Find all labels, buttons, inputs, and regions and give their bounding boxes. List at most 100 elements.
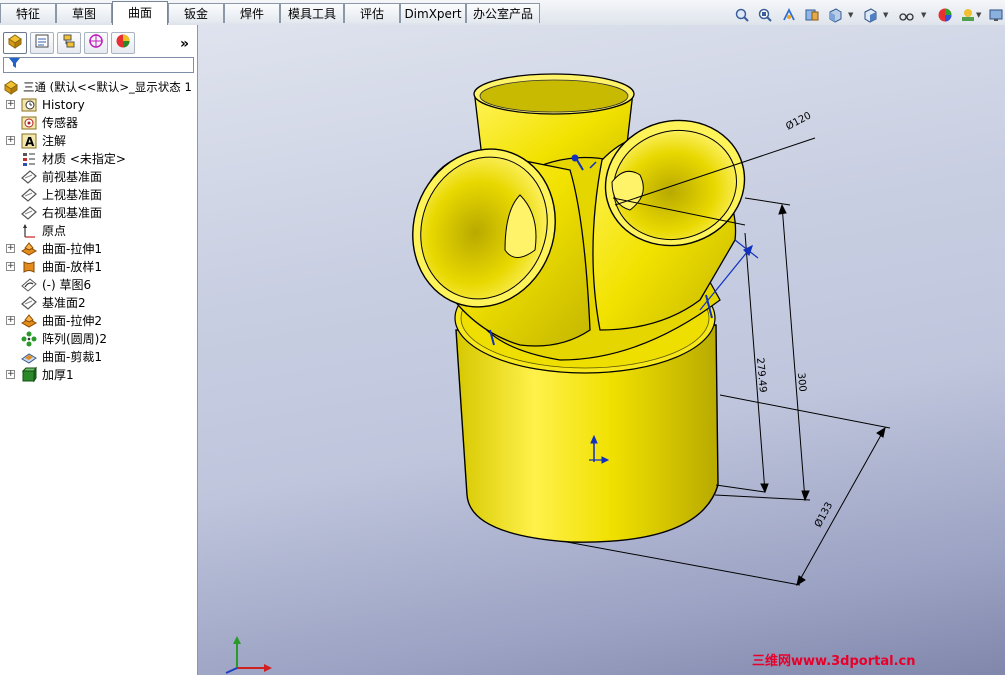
zoom-to-fit-icon[interactable] [733,7,751,25]
tree-item-label: (-) 草图6 [42,278,92,292]
hide-show-icon[interactable] [898,7,916,25]
tree-root-label: 三通 (默认<<默认>_显示状态 1 [23,80,192,94]
display-style-dropdown[interactable]: ▼ [883,11,888,19]
scene-icon[interactable] [959,7,977,25]
tab-dimxpert[interactable]: DimXpert [400,3,466,23]
tree-item-origin[interactable]: 原点 [0,222,197,240]
watermark-text: 三维网www.3dportal.cn [752,654,916,669]
tree-item-surface-loft1[interactable]: + 曲面-放样1 [0,258,197,276]
sensor-icon [21,115,37,131]
sketch-icon [21,277,37,293]
display-style-icon[interactable] [861,7,879,25]
tree-item-material[interactable]: 材质 <未指定> [0,150,197,168]
model-scene: Ø120 279.49 300 Ø133 [225,73,891,674]
view-orientation-icon[interactable] [826,7,844,25]
appearance-icon[interactable] [936,7,954,25]
tab-weldments[interactable]: 焊件 [224,3,280,23]
plane-icon [21,295,37,311]
tree-item-sketch6[interactable]: (-) 草图6 [0,276,197,294]
plane-icon [21,187,37,203]
previous-view-icon[interactable] [780,7,798,25]
feature-manager-panel: » 三通 (默认<<默认>_显示状态 1 + History 传感器 + A 注… [0,25,198,675]
tree-item-label: 曲面-放样1 [42,260,102,274]
tab-office-products[interactable]: 办公室产品 [466,3,540,23]
tree-item-circular-pattern2[interactable]: 阵列(圆周)2 [0,330,197,348]
tree-item-front-plane[interactable]: 前视基准面 [0,168,197,186]
tree-item-thicken1[interactable]: + 加厚1 [0,366,197,384]
tree-item-label: 曲面-拉伸1 [42,242,102,256]
hide-show-dropdown[interactable]: ▼ [921,11,926,19]
tree-item-label: 基准面2 [42,296,86,310]
surface-extrude-icon [20,241,38,257]
dimension-top-diameter[interactable]: Ø120 [784,109,813,132]
graphics-area[interactable]: Ø120 279.49 300 Ø133 三维网www.3dportal.cn [198,25,1005,675]
expand-toggle[interactable]: + [6,244,15,253]
expand-toggle[interactable]: + [6,316,15,325]
expand-toggle[interactable]: + [6,136,15,145]
tree-item-label: 阵列(圆周)2 [42,332,107,346]
material-icon [21,151,37,167]
tree-item-label: 加厚1 [42,368,74,382]
tree-item-top-plane[interactable]: 上视基准面 [0,186,197,204]
tree-item-label: 右视基准面 [42,206,103,220]
panel-expand-button[interactable]: » [180,36,189,52]
tree-item-surface-extrude1[interactable]: + 曲面-拉伸1 [0,240,197,258]
dimension-inner-length[interactable]: 279.49 [754,357,768,393]
tab-features[interactable]: 特征 [0,3,56,23]
command-manager-tabbar: 特征 草图 曲面 钣金 焊件 模具工具 评估 DimXpert 办公室产品 ▼ … [0,0,1005,25]
tree-root[interactable]: 三通 (默认<<默认>_显示状态 1 [0,78,197,96]
view-orientation-dropdown[interactable]: ▼ [848,11,853,19]
tree-item-label: History [42,98,85,112]
section-view-icon[interactable] [803,7,821,25]
tree-item-surface-trim1[interactable]: 曲面-剪裁1 [0,348,197,366]
tree-item-sensors[interactable]: 传感器 [0,114,197,132]
tab-evaluate[interactable]: 评估 [344,3,400,23]
tab-mold-tools[interactable]: 模具工具 [280,3,344,23]
part-icon [3,79,19,95]
configuration-manager-tab-icon[interactable] [57,32,81,54]
property-manager-tab-icon[interactable] [30,32,54,54]
scene-dropdown[interactable]: ▼ [976,11,981,19]
zoom-area-icon[interactable] [756,7,774,25]
feature-manager-tab-icon[interactable] [3,32,27,54]
tree-item-label: 材质 <未指定> [42,152,126,166]
monitor-icon[interactable] [987,7,1005,25]
dimension-total-length[interactable]: 300 [795,372,808,392]
tree-item-right-plane[interactable]: 右视基准面 [0,204,197,222]
tree-item-plane2[interactable]: 基准面2 [0,294,197,312]
expand-toggle[interactable]: + [6,262,15,271]
filter-icon[interactable] [9,57,20,72]
tab-surfaces[interactable]: 曲面 [112,1,168,25]
surface-extrude-icon [20,313,38,329]
tab-sheet-metal[interactable]: 钣金 [168,3,224,23]
tab-sketch[interactable]: 草图 [56,3,112,23]
display-manager-tab-icon[interactable] [111,32,135,54]
dimxpert-manager-tab-icon[interactable] [84,32,108,54]
annotation-icon: A [21,133,37,149]
reference-triad-icon [225,636,272,674]
tree-item-surface-extrude2[interactable]: + 曲面-拉伸2 [0,312,197,330]
plane-icon [21,169,37,185]
thicken-icon [21,366,37,383]
tree-item-label: 曲面-剪裁1 [42,350,102,364]
surface-trim-icon [21,349,37,365]
tree-item-label: 曲面-拉伸2 [42,314,102,328]
dimension-bottom-diameter[interactable]: Ø133 [812,500,835,529]
expand-toggle[interactable]: + [6,370,15,379]
tree-item-label: 注解 [42,134,67,148]
svg-text:A: A [25,135,35,149]
origin-icon [21,223,37,239]
history-icon [21,97,37,113]
tree-item-history[interactable]: + History [0,96,197,114]
tree-item-annotations[interactable]: + A 注解 [0,132,197,150]
plane-icon [21,205,37,221]
tree-filter-input[interactable] [3,57,194,73]
panel-tabs: » [0,30,197,56]
tree-item-label: 上视基准面 [42,188,103,202]
tree-item-label: 原点 [42,224,67,238]
tree-item-label: 传感器 [42,116,79,130]
expand-toggle[interactable]: + [6,100,15,109]
circular-pattern-icon [21,331,37,347]
surface-loft-icon [21,259,37,275]
tree-item-label: 前视基准面 [42,170,103,184]
